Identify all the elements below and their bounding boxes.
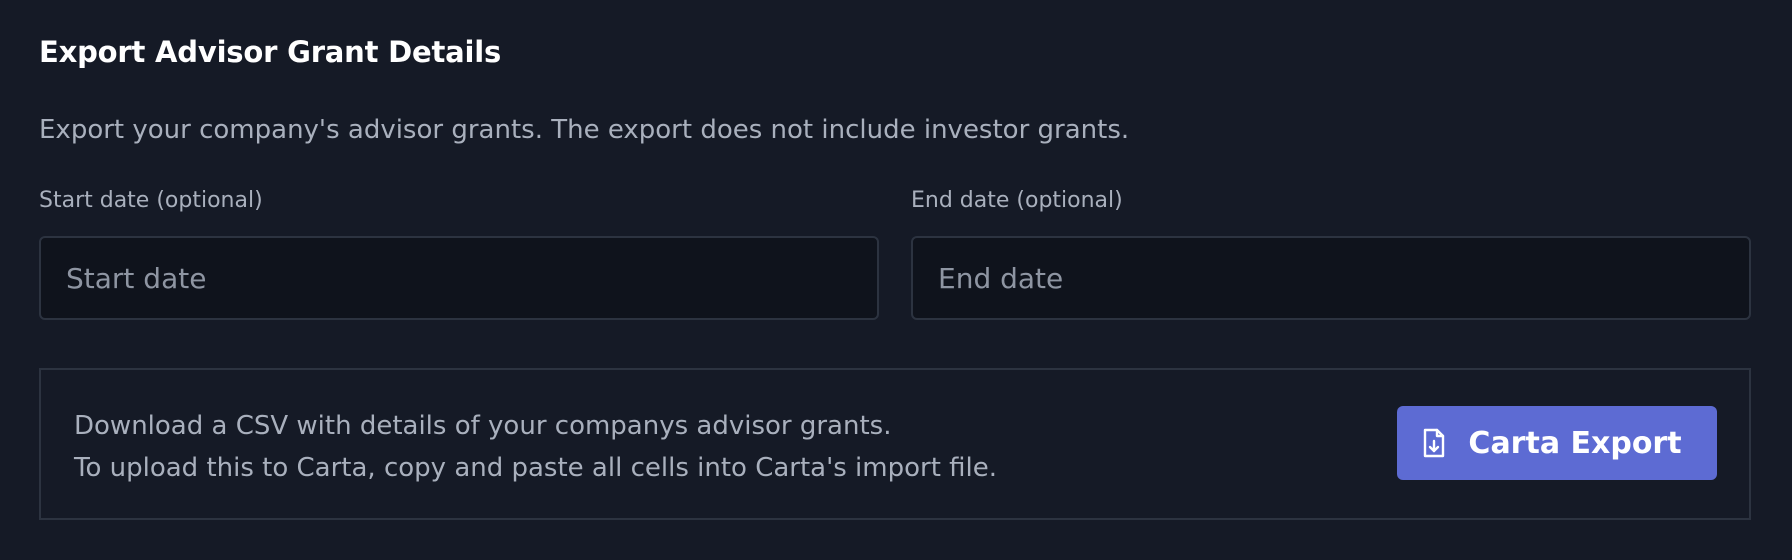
section-description: Export your company's advisor grants. Th… xyxy=(39,115,1130,145)
end-date-field: End date (optional) xyxy=(911,188,1751,320)
export-panel-line-1: Download a CSV with details of your comp… xyxy=(74,411,892,441)
start-date-input[interactable] xyxy=(39,236,879,320)
file-download-icon xyxy=(1422,428,1446,458)
section-title: Export Advisor Grant Details xyxy=(39,35,502,69)
export-panel-line-2: To upload this to Carta, copy and paste … xyxy=(74,453,998,483)
end-date-label: End date (optional) xyxy=(911,188,1123,213)
carta-export-button-label: Carta Export xyxy=(1468,425,1682,461)
start-date-field: Start date (optional) xyxy=(39,188,879,320)
export-panel-text: Download a CSV with details of your comp… xyxy=(74,405,997,489)
end-date-input[interactable] xyxy=(911,236,1751,320)
carta-export-panel: Download a CSV with details of your comp… xyxy=(39,368,1751,520)
start-date-label: Start date (optional) xyxy=(39,188,263,213)
carta-export-button[interactable]: Carta Export xyxy=(1397,406,1717,480)
